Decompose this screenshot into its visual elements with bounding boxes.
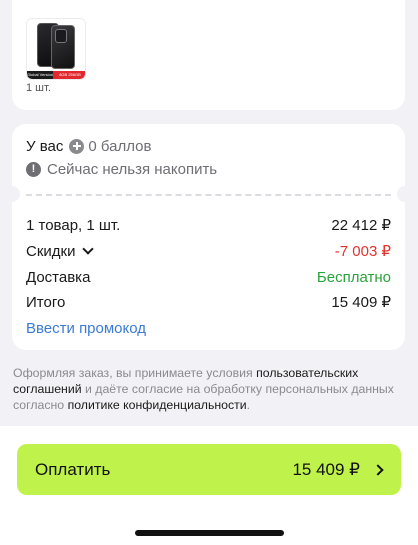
thumbnail-badge-memory: 8GB 256GB xyxy=(53,71,85,79)
legal-text-3: . xyxy=(246,398,251,412)
pay-button-amount: 15 409 ₽ xyxy=(292,459,360,479)
order-items-card: Global Version 8GB 256GB 1 шт. xyxy=(12,0,405,110)
thumbnail-badge: Global Version 8GB 256GB xyxy=(27,71,85,79)
info-icon: ! xyxy=(26,161,41,177)
chevron-right-icon xyxy=(372,463,384,476)
product-thumbnail[interactable]: Global Version 8GB 256GB xyxy=(26,18,86,80)
pay-button[interactable]: Оплатить 15 409 ₽ xyxy=(17,444,401,495)
summary-discounts-row[interactable]: Скидки -7 003 ₽ xyxy=(26,240,391,262)
discounts-value: -7 003 ₽ xyxy=(334,243,391,260)
summary-items-row: 1 товар, 1 шт. 22 412 ₽ xyxy=(26,214,391,236)
delivery-label: Доставка xyxy=(26,268,91,286)
legal-text-1: Оформляя заказ, вы принимаете условия xyxy=(13,366,257,380)
checkout-bar: Оплатить 15 409 ₽ xyxy=(0,426,418,545)
delivery-value: Бесплатно xyxy=(316,268,391,286)
thumbnail-badge-version: Global Version xyxy=(27,71,53,79)
total-value: 15 409 ₽ xyxy=(331,294,391,311)
dashed-divider xyxy=(26,194,391,196)
order-summary-card: У вас 0 баллов ! Сейчас нельзя накопить … xyxy=(4,124,413,350)
card-notch-left xyxy=(4,186,20,202)
summary-delivery-row: Доставка Бесплатно xyxy=(26,266,391,288)
summary-total-row: Итого 15 409 ₽ xyxy=(26,291,391,313)
bonus-label: У вас xyxy=(26,137,64,155)
items-value: 22 412 ₽ xyxy=(331,217,391,234)
card-notch-right xyxy=(397,186,413,202)
legal-notice: Оформляя заказ, вы принимаете условия по… xyxy=(13,365,405,413)
bonus-row: У вас 0 баллов xyxy=(26,135,391,157)
bonus-info-row: ! Сейчас нельзя накопить xyxy=(26,158,391,180)
pay-button-label: Оплатить xyxy=(35,459,111,479)
bonus-info-text: Сейчас нельзя накопить xyxy=(47,160,218,178)
discounts-label[interactable]: Скидки xyxy=(26,243,75,260)
bonus-points: 0 баллов xyxy=(88,137,152,155)
chevron-down-icon[interactable] xyxy=(82,243,95,255)
total-label: Итого xyxy=(26,293,66,311)
promo-code-link[interactable]: Ввести промокод xyxy=(26,320,146,337)
promo-row: Ввести промокод xyxy=(26,317,391,339)
home-indicator[interactable] xyxy=(135,530,284,536)
privacy-policy-link[interactable]: политике конфиденциальности xyxy=(68,398,247,412)
items-label: 1 товар, 1 шт. xyxy=(26,216,121,234)
plus-circle-icon xyxy=(69,138,85,154)
product-quantity: 1 шт. xyxy=(26,82,51,94)
camera-module-image xyxy=(55,29,67,43)
